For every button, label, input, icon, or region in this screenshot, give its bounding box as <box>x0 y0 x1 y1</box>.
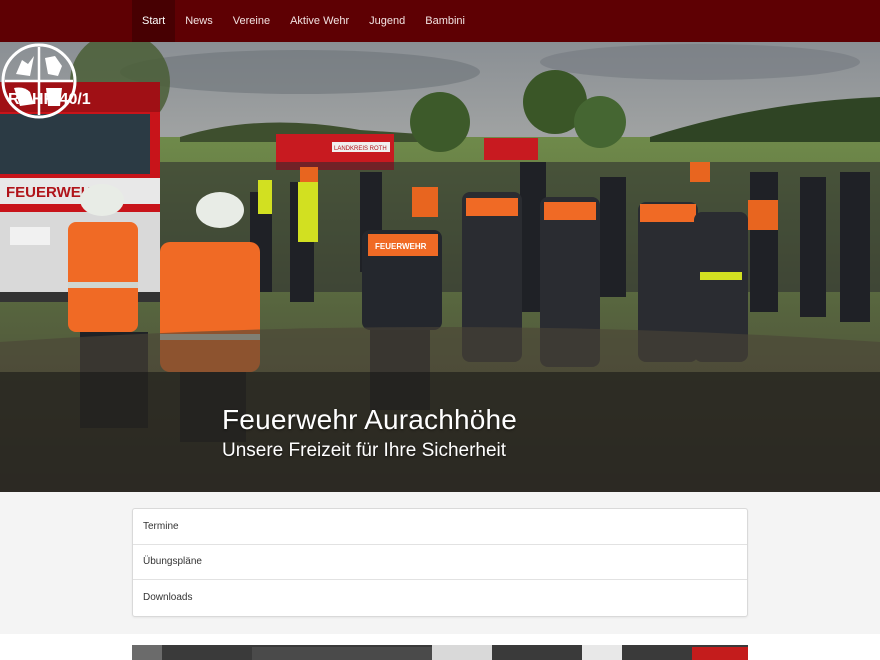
fire-department-emblem-icon <box>1 43 77 119</box>
list-item-uebungsplaene[interactable]: Übungspläne <box>133 545 747 580</box>
site-title: Feuerwehr Aurachhöhe <box>222 404 518 435</box>
hero-banner: ROHR 40/1 FEUERWEHR LANDKREIS ROTH <box>0 42 880 492</box>
site-subtitle: Unsere Freizeit für Ihre Sicherheit <box>222 440 507 461</box>
list-item-downloads[interactable]: Downloads <box>133 580 747 616</box>
nav-item-aktive-wehr[interactable]: Aktive Wehr <box>280 0 359 42</box>
truck2-label: LANDKREIS ROTH <box>334 146 387 152</box>
nav-item-news[interactable]: News <box>175 0 223 42</box>
quick-links-list: Termine Übungspläne Downloads <box>132 508 748 617</box>
top-navbar: Start News Vereine Aktive Wehr Jugend Ba… <box>0 0 880 42</box>
nav-item-start[interactable]: Start <box>132 0 176 42</box>
list-item-termine[interactable]: Termine <box>133 509 747 545</box>
main-nav: Start News Vereine Aktive Wehr Jugend Ba… <box>132 0 475 42</box>
nav-item-jugend[interactable]: Jugend <box>359 0 415 42</box>
jacket-label: FEUERWEHR <box>375 242 427 251</box>
nav-item-bambini[interactable]: Bambini <box>415 0 475 42</box>
nav-item-vereine[interactable]: Vereine <box>223 0 280 42</box>
content-photo <box>132 645 748 660</box>
